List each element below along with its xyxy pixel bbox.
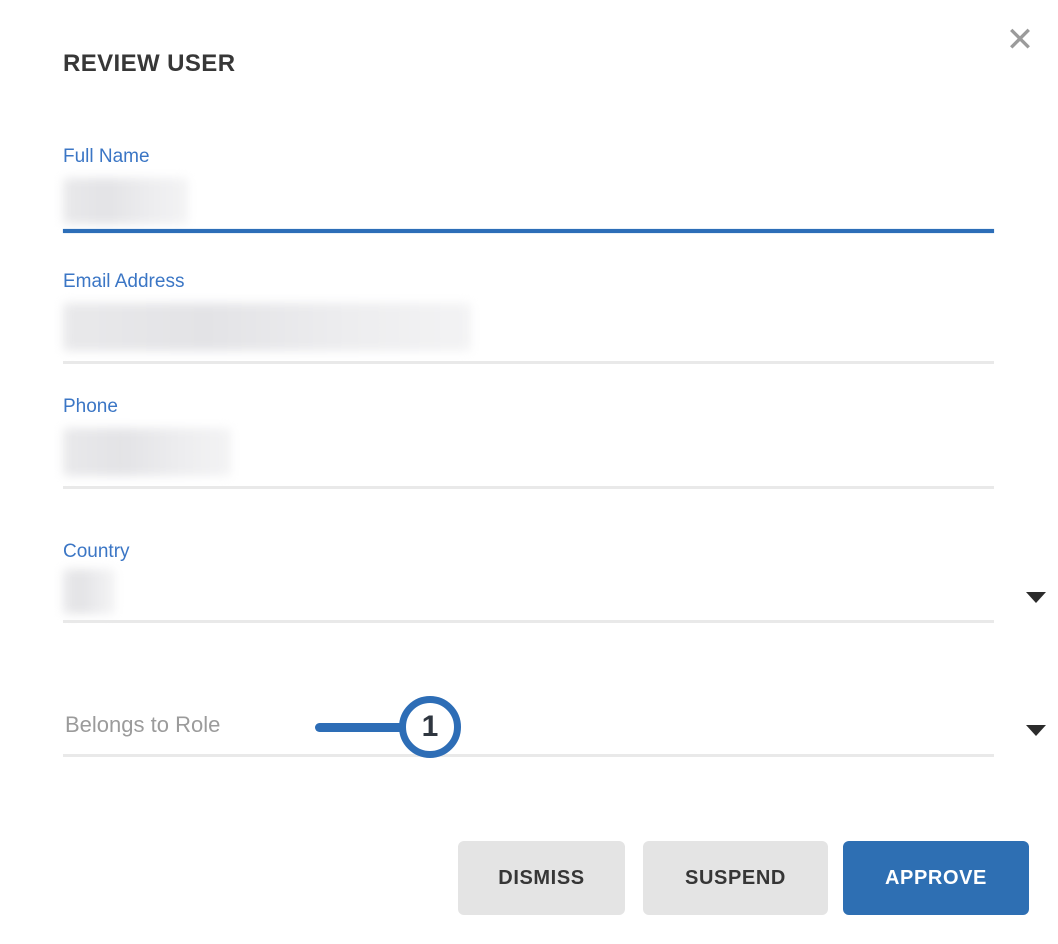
- country-label: Country: [63, 541, 994, 563]
- full-name-label: Full Name: [63, 146, 994, 168]
- email-redacted-value[interactable]: [63, 303, 471, 351]
- annotation-pointer-line: [315, 723, 407, 732]
- dropdown-caret-icon[interactable]: [1026, 725, 1046, 736]
- field-full-name: Full Name: [63, 146, 994, 234]
- country-underline: [63, 620, 994, 623]
- suspend-button[interactable]: SUSPEND: [643, 841, 828, 915]
- full-name-underline: [63, 229, 994, 233]
- field-phone: Phone: [63, 396, 994, 490]
- country-redacted-value[interactable]: [63, 569, 115, 614]
- phone-redacted-value[interactable]: [63, 428, 231, 476]
- phone-label: Phone: [63, 396, 994, 418]
- annotation-step-badge: 1: [399, 696, 461, 758]
- close-icon[interactable]: ✕: [998, 18, 1042, 62]
- field-belongs-to-role[interactable]: Belongs to Role: [63, 712, 994, 758]
- dropdown-caret-icon[interactable]: [1026, 592, 1046, 603]
- field-email: Email Address: [63, 271, 994, 365]
- phone-underline: [63, 486, 994, 489]
- field-country[interactable]: Country: [63, 541, 994, 625]
- belongs-to-role-placeholder: Belongs to Role: [65, 712, 220, 738]
- dismiss-button[interactable]: DISMISS: [458, 841, 625, 915]
- role-underline: [63, 754, 994, 757]
- approve-button[interactable]: APPROVE: [843, 841, 1029, 915]
- full-name-redacted-value[interactable]: [63, 178, 188, 224]
- review-user-dialog: REVIEW USER ✕ Full Name Email Address Ph…: [0, 0, 1058, 944]
- dialog-title: REVIEW USER: [63, 50, 235, 78]
- email-underline: [63, 361, 994, 364]
- email-label: Email Address: [63, 271, 994, 293]
- annotation-number: 1: [422, 710, 439, 744]
